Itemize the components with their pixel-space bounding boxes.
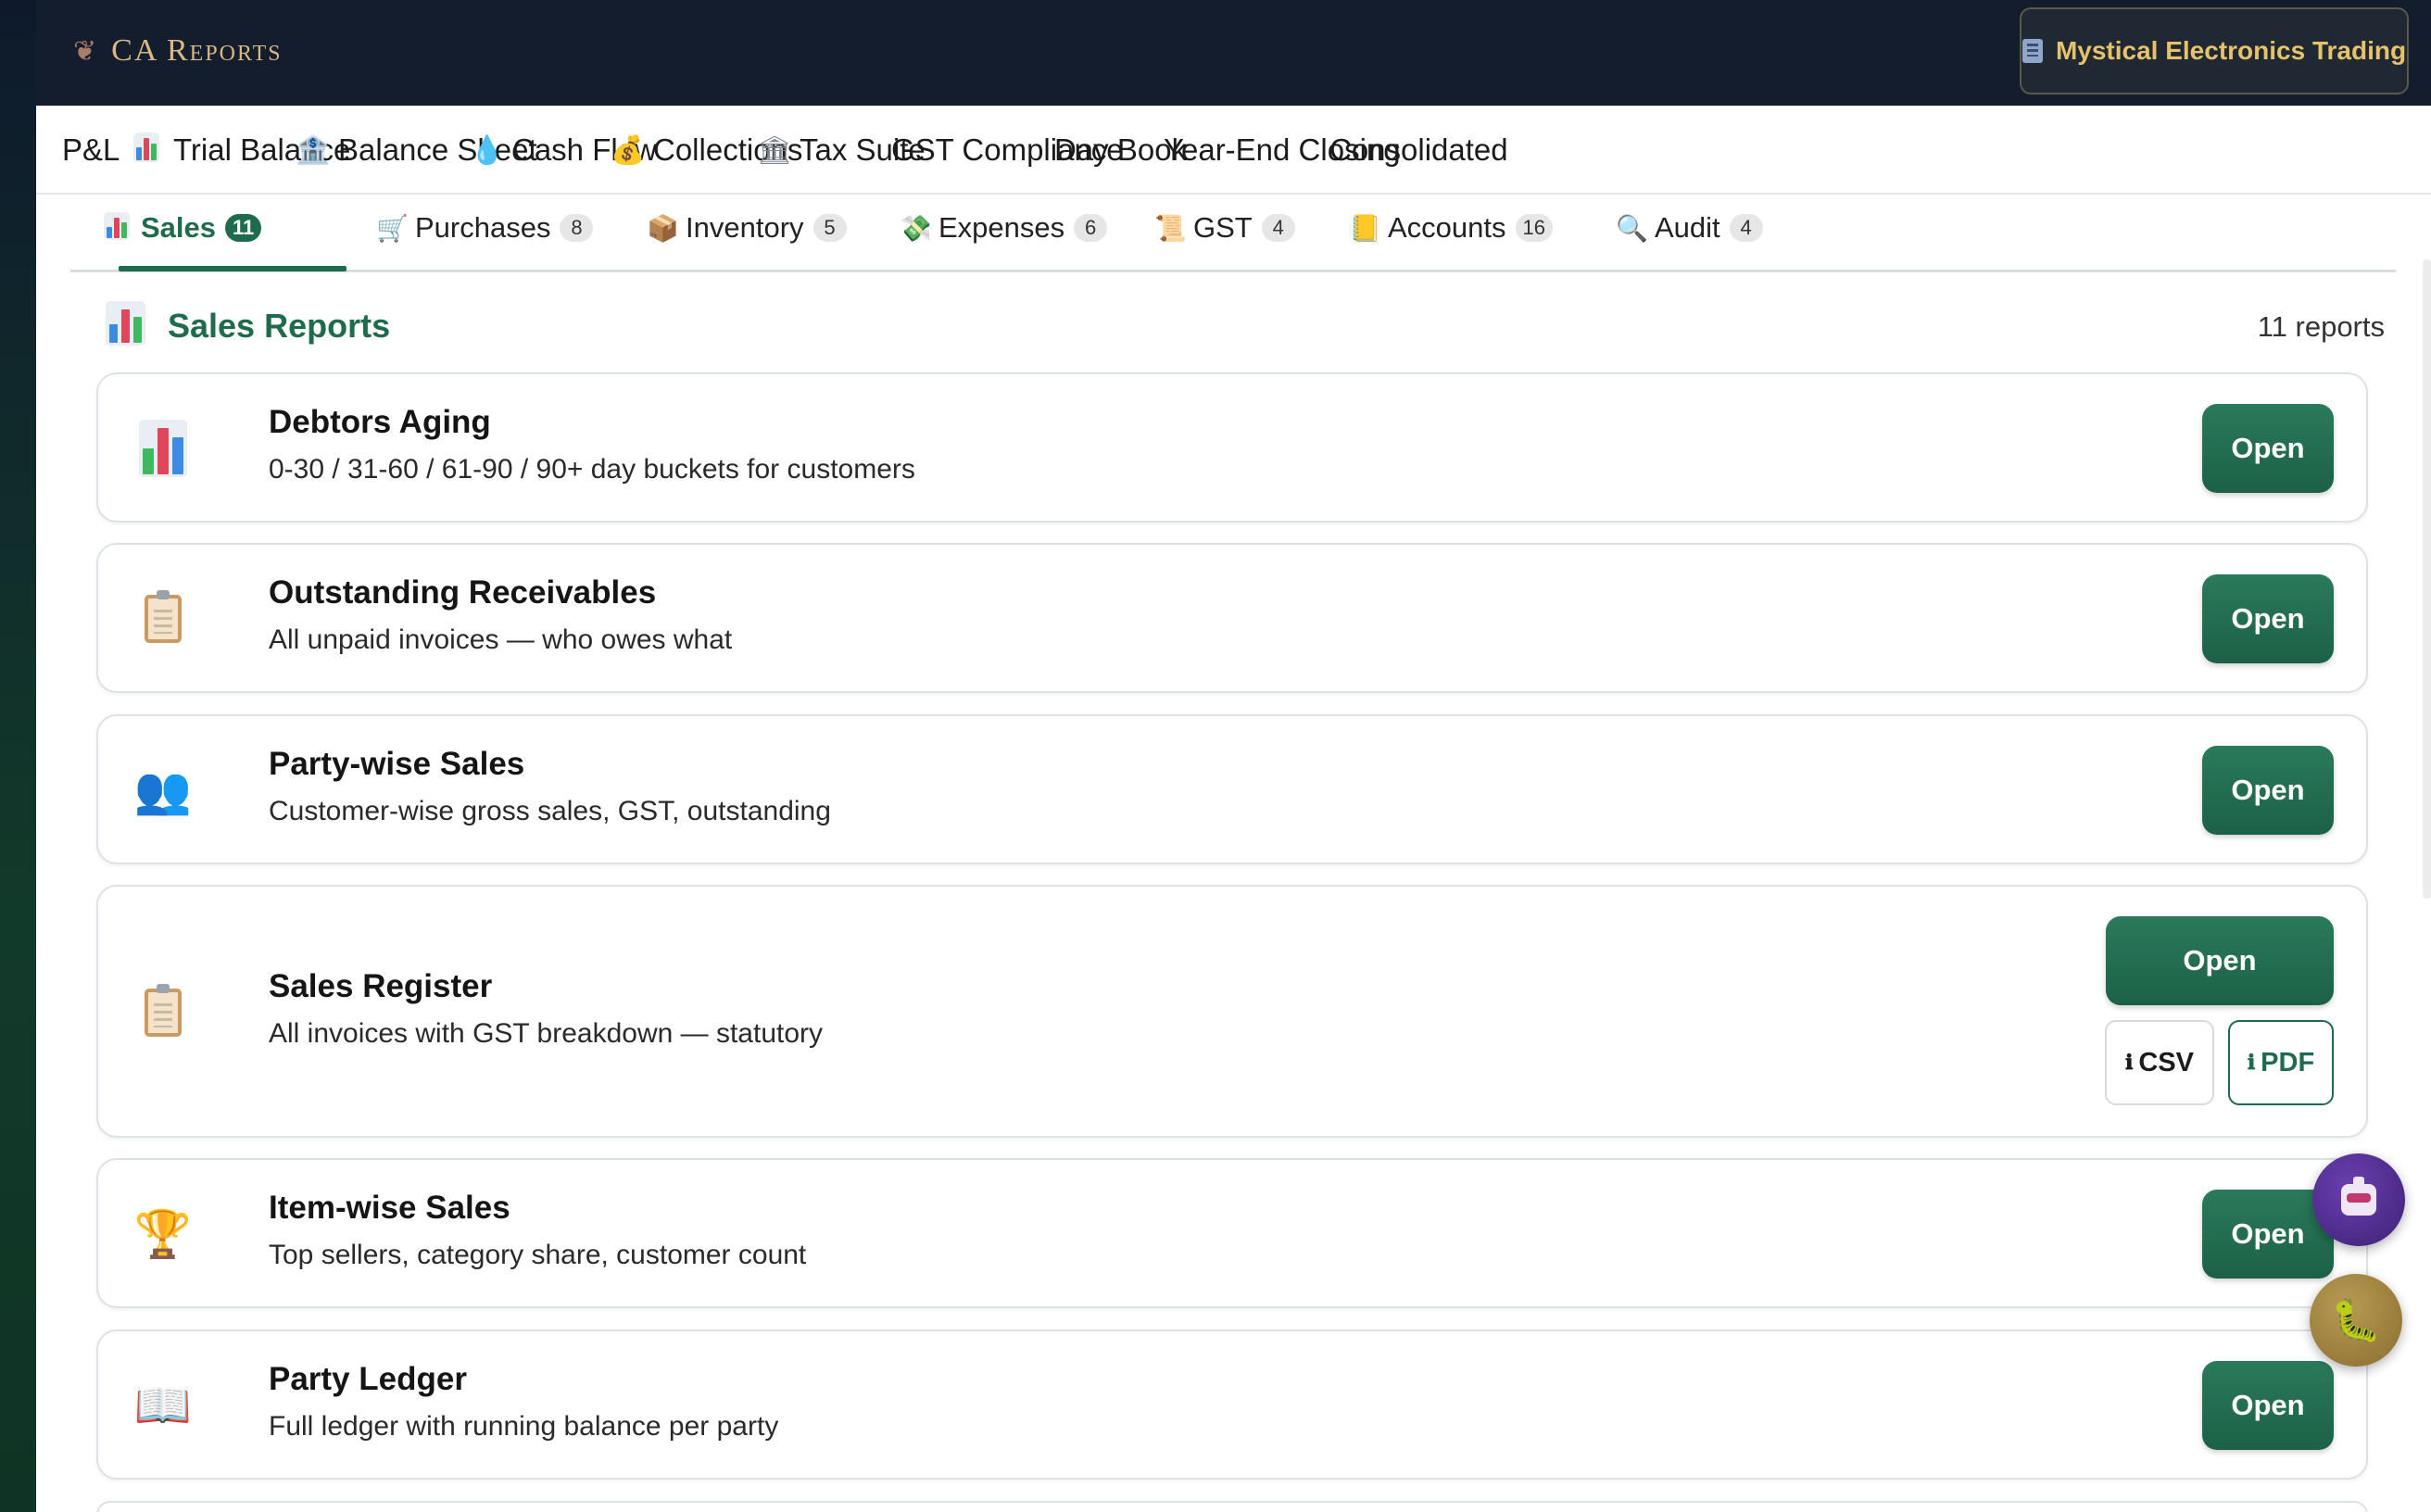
robot-icon <box>2341 1177 2376 1216</box>
report-card-item-wise-sales: 🏆 Item-wise Sales Top sellers, category … <box>96 1158 2368 1308</box>
money-bag-icon: 💰 <box>611 134 646 166</box>
nav-item-pnl[interactable]: P&L <box>62 128 120 172</box>
scrollbar-thumb[interactable] <box>2423 259 2431 899</box>
main-nav: P&L Trial Balance 🏦 Balance Sheet 💧 Cash… <box>36 106 2431 195</box>
count-badge: 11 <box>225 214 262 242</box>
nav-item-label: Consolidated <box>1329 132 1508 167</box>
report-description: 0-30 / 31-60 / 61-90 / 90+ day buckets f… <box>269 454 915 485</box>
money-wings-icon: 💸 <box>900 213 932 243</box>
report-count: 11 reports <box>2257 310 2385 343</box>
bar-chart-icon <box>131 132 162 168</box>
tab-expenses[interactable]: 💸 Expenses 6 <box>900 204 1108 252</box>
leaf-sprout-icon: ❦ <box>73 35 97 67</box>
report-description: Full ledger with running balance per par… <box>269 1411 779 1442</box>
open-book-icon: 📖 <box>133 1379 193 1431</box>
csv-export-button[interactable]: ℹ CSV <box>2105 1020 2214 1105</box>
open-button[interactable]: Open <box>2202 574 2334 663</box>
report-title: Party-wise Sales <box>269 746 525 782</box>
nav-item-consolidated[interactable]: Consolidated <box>1329 128 1508 172</box>
nav-item-label: P&L <box>62 132 120 167</box>
report-title: Party Ledger <box>269 1361 467 1397</box>
report-card-debtors-aging: Debtors Aging 0-30 / 31-60 / 61-90 / 90+… <box>96 372 2368 523</box>
count-badge: 4 <box>1729 214 1763 242</box>
report-title: Outstanding Receivables <box>269 574 657 611</box>
trophy-icon: 🏆 <box>133 1207 193 1260</box>
report-category-tabs: Sales 11 🛒 Purchases 8 📦 Inventory 5 💸 E… <box>70 195 2396 272</box>
report-description: All unpaid invoices — who owes what <box>269 624 733 655</box>
clipboard-icon <box>135 590 191 647</box>
open-button[interactable]: Open <box>2106 916 2334 1005</box>
open-button[interactable]: Open <box>2202 746 2334 835</box>
count-badge: 5 <box>812 214 847 242</box>
brand-title: CA Reports <box>111 33 283 68</box>
count-badge: 16 <box>1515 214 1553 242</box>
report-card-party-ledger: 📖 Party Ledger Full ledger with running … <box>96 1329 2368 1480</box>
active-tab-indicator <box>119 266 346 271</box>
ledger-icon: 📒 <box>1349 213 1381 243</box>
tab-sales[interactable]: Sales 11 <box>102 204 262 252</box>
count-badge: 8 <box>560 214 594 242</box>
pdf-export-button[interactable]: ℹ PDF <box>2228 1020 2334 1105</box>
bar-chart-icon <box>106 301 145 351</box>
info-icon: ℹ <box>2247 1051 2256 1074</box>
bug-report-button[interactable]: 🐛 <box>2310 1274 2402 1367</box>
office-building-icon <box>2022 39 2043 63</box>
csv-label: CSV <box>2138 1047 2194 1077</box>
tab-label: Sales <box>141 211 217 244</box>
company-name: Mystical Electronics Trading <box>2055 36 2407 65</box>
tab-inventory[interactable]: 📦 Inventory 5 <box>647 204 847 252</box>
package-icon: 📦 <box>647 213 679 243</box>
open-button[interactable]: Open <box>2202 404 2334 493</box>
tab-label: GST <box>1193 211 1253 244</box>
tab-label: Expenses <box>938 211 1065 244</box>
classical-building-icon: 🏛 <box>757 134 793 166</box>
magnifier-icon: 🔍 <box>1616 213 1648 243</box>
tab-accounts[interactable]: 📒 Accounts 16 <box>1349 204 1553 252</box>
report-description: All invoices with GST breakdown — statut… <box>269 1018 824 1049</box>
tab-label: Purchases <box>415 211 551 244</box>
shopping-cart-icon: 🛒 <box>376 213 409 243</box>
report-title: Item-wise Sales <box>269 1190 510 1226</box>
next-report-card-edge <box>96 1501 2368 1512</box>
top-header: ❦ CA Reports Mystical Electronics Tradin… <box>36 0 2431 106</box>
report-description: Top sellers, category share, customer co… <box>269 1240 807 1270</box>
section-title: Sales Reports <box>106 301 390 351</box>
bank-icon: 🏦 <box>296 134 331 166</box>
brand[interactable]: ❦ CA Reports <box>73 30 283 72</box>
report-card-party-wise-sales: 👥 Party-wise Sales Customer-wise gross s… <box>96 714 2368 864</box>
section-title-text: Sales Reports <box>168 307 391 345</box>
clipboard-icon <box>135 984 191 1040</box>
report-description: Customer-wise gross sales, GST, outstand… <box>269 796 831 826</box>
bar-chart-icon <box>102 211 132 245</box>
report-card-sales-register: Sales Register All invoices with GST bre… <box>96 885 2368 1138</box>
tab-audit[interactable]: 🔍 Audit 4 <box>1616 204 1763 252</box>
tab-label: Accounts <box>1388 211 1506 244</box>
bar-chart-icon <box>135 420 191 477</box>
report-title: Debtors Aging <box>269 404 491 440</box>
count-badge: 4 <box>1261 214 1295 242</box>
report-title: Sales Register <box>269 968 493 1004</box>
droplet-icon: 💧 <box>470 134 505 166</box>
open-button[interactable]: Open <box>2202 1361 2334 1450</box>
left-edge-strip <box>0 0 36 1512</box>
scroll-icon: 📜 <box>1154 213 1187 243</box>
people-icon: 👥 <box>133 763 193 816</box>
section-header: Sales Reports 11 reports <box>106 301 2385 353</box>
info-icon: ℹ <box>2125 1051 2134 1074</box>
tab-label: Inventory <box>686 211 804 244</box>
tab-purchases[interactable]: 🛒 Purchases 8 <box>376 204 594 252</box>
ai-assistant-button[interactable] <box>2312 1153 2405 1246</box>
pdf-label: PDF <box>2261 1047 2315 1077</box>
count-badge: 6 <box>1074 214 1108 242</box>
tab-gst[interactable]: 📜 GST 4 <box>1154 204 1295 252</box>
company-selector-button[interactable]: Mystical Electronics Trading <box>2020 7 2409 94</box>
app-window: ❦ CA Reports Mystical Electronics Tradin… <box>36 0 2431 1512</box>
bug-icon: 🐛 <box>2330 1298 2382 1343</box>
tab-label: Audit <box>1655 211 1720 244</box>
report-card-outstanding-receivables: Outstanding Receivables All unpaid invoi… <box>96 543 2368 693</box>
